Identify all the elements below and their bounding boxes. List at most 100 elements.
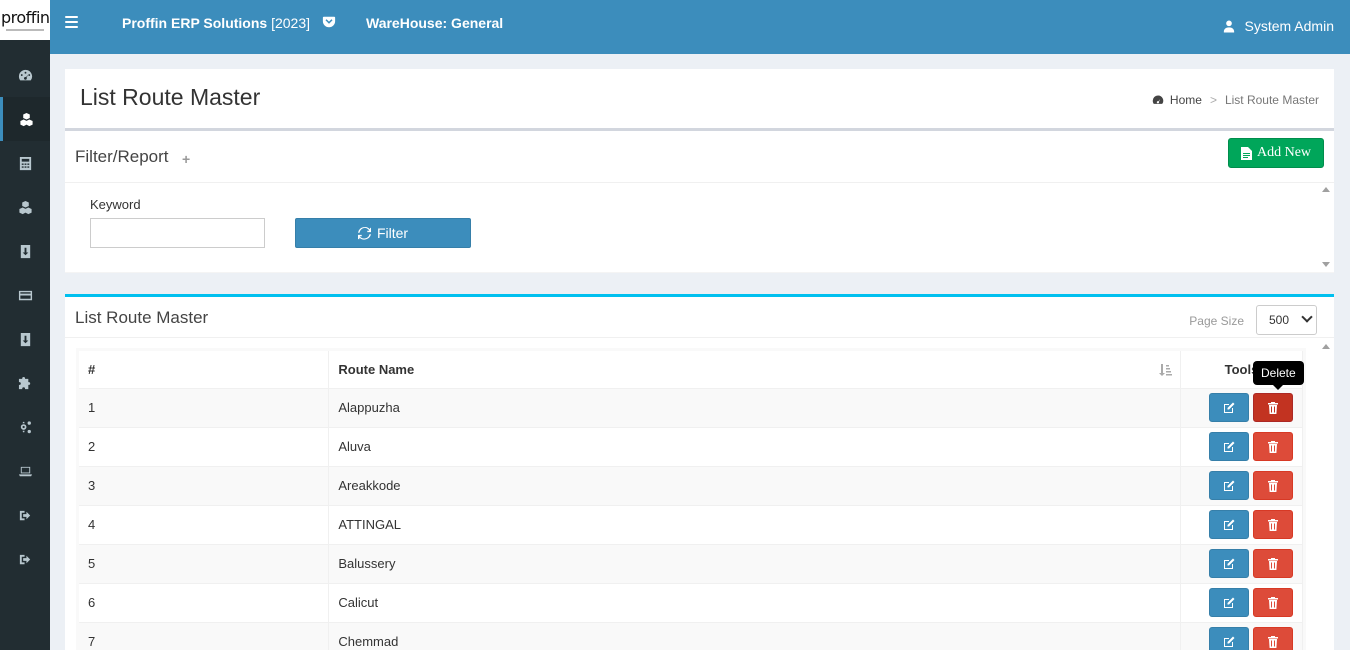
trash-icon [1268,518,1278,531]
edit-button[interactable] [1209,432,1249,461]
hamburger-menu-icon[interactable] [65,16,78,28]
sidebar-item-reports[interactable] [0,317,50,361]
edit-button[interactable] [1209,471,1249,500]
user-menu[interactable]: System Admin [1223,18,1334,34]
edit-icon [1224,636,1235,647]
trash-icon [1268,635,1278,648]
delete-button[interactable] [1253,549,1293,578]
edit-icon [1224,402,1235,413]
filter-header: Filter/Report + Add New [65,131,1334,183]
logo-underline [6,29,44,31]
cubes-icon [18,200,32,214]
warehouse-label[interactable]: WareHouse: General [366,15,503,31]
app-year: [2023] [271,15,311,31]
edit-button[interactable] [1209,393,1249,422]
filter-label: Filter [376,225,409,241]
add-new-label: Add New [1256,145,1312,160]
column-header-route-label: Route Name [338,361,415,377]
delete-button[interactable] [1253,471,1293,500]
table-body: 1 Alappuzha 2 Aluva 3 Areakkode 4 ATTING… [79,387,1304,650]
cell-route: Aluva [328,426,1181,466]
cell-route: Balussery [328,543,1181,583]
sidebar-item-accounts[interactable] [0,141,50,185]
edit-button[interactable] [1209,588,1249,617]
column-header-route[interactable]: Route Name [328,351,1181,389]
user-name: System Admin [1244,18,1334,34]
trash-icon [1268,479,1278,492]
delete-button[interactable] [1253,588,1293,617]
cell-num: 5 [79,543,330,583]
add-new-button[interactable]: Add New [1228,138,1324,168]
gears-icon [20,420,31,433]
cell-route: Areakkode [328,465,1181,505]
breadcrumb-home-link[interactable]: Home [1170,93,1202,107]
sort-icon[interactable] [1158,363,1172,377]
file-icon [20,244,30,258]
table-container: # Route Name Tools 1 Alappuzha 2 Aluva 3… [76,348,1306,650]
sidebar-item-masters[interactable] [0,97,50,141]
edit-button[interactable] [1209,510,1249,539]
file-text-icon [1240,146,1252,160]
cell-tools [1180,543,1304,583]
scroll-down-arrow[interactable] [1322,262,1330,267]
page-size-select[interactable]: 500 [1256,305,1317,335]
delete-button[interactable] [1253,432,1293,461]
list-title: List Route Master [75,308,209,327]
column-header-num[interactable]: # [79,351,330,389]
edit-button[interactable] [1209,627,1249,650]
cell-tools [1180,465,1304,505]
sidebar-item-dashboard[interactable] [0,53,50,97]
delete-button[interactable] [1253,627,1293,650]
delete-tooltip: Delete [1253,361,1304,390]
cell-tools [1180,621,1304,650]
app-title-text: Proffin ERP Solutions [122,15,268,31]
table-row: 5 Balussery [79,543,1304,583]
delete-button[interactable] [1253,510,1293,539]
table-row: 2 Aluva [79,426,1304,466]
sidebar-item-switch[interactable] [0,493,50,537]
plus-icon[interactable]: + [182,151,190,167]
sidebar-item-transactions[interactable] [0,229,50,273]
route-table: # Route Name Tools 1 Alappuzha 2 Aluva 3… [79,351,1304,650]
sidebar-item-modules[interactable] [0,361,50,405]
edit-icon [1224,519,1235,530]
filter-body: Keyword Filter [65,183,1334,273]
cell-route: Alappuzha [328,387,1181,427]
sidebar-item-payments[interactable] [0,273,50,317]
sidebar-item-inventory[interactable] [0,185,50,229]
pocket-icon[interactable] [322,15,336,29]
keyword-input[interactable] [90,218,265,248]
logo-text: proffin [1,8,50,27]
table-row: 4 ATTINGAL [79,504,1304,544]
chevron-down-icon [1301,311,1313,323]
keyword-label: Keyword [90,197,141,212]
sidebar: proffin [0,0,50,650]
delete-button[interactable] [1253,393,1293,422]
sidebar-item-logout[interactable] [0,537,50,581]
filter-button[interactable]: Filter [295,218,471,248]
user-icon [1223,20,1234,32]
content-panel: List Route Master Home > List Route Mast… [65,69,1334,273]
cell-num: 3 [79,465,330,505]
cell-num: 7 [79,621,330,650]
table-row: 3 Areakkode [79,465,1304,505]
dashboard-icon [18,69,32,80]
logo[interactable]: proffin [0,0,50,40]
laptop-icon [18,466,32,476]
page-title: List Route Master [80,84,261,110]
top-navbar: Proffin ERP Solutions [2023] WareHouse: … [50,0,1350,54]
sidebar-item-settings[interactable] [0,405,50,449]
scroll-up-arrow[interactable] [1322,344,1330,349]
credit-card-icon [18,290,32,300]
edit-icon [1224,597,1235,608]
cell-num: 6 [79,582,330,622]
app-title: Proffin ERP Solutions [2023] [122,15,310,31]
table-row: 7 Chemmad [79,621,1304,650]
sidebar-menu [0,53,50,581]
dashboard-icon [1152,95,1164,104]
edit-button[interactable] [1209,549,1249,578]
sidebar-item-system[interactable] [0,449,50,493]
page-size-value: 500 [1269,313,1290,327]
cell-tools [1180,426,1304,466]
scroll-up-arrow[interactable] [1322,187,1330,192]
